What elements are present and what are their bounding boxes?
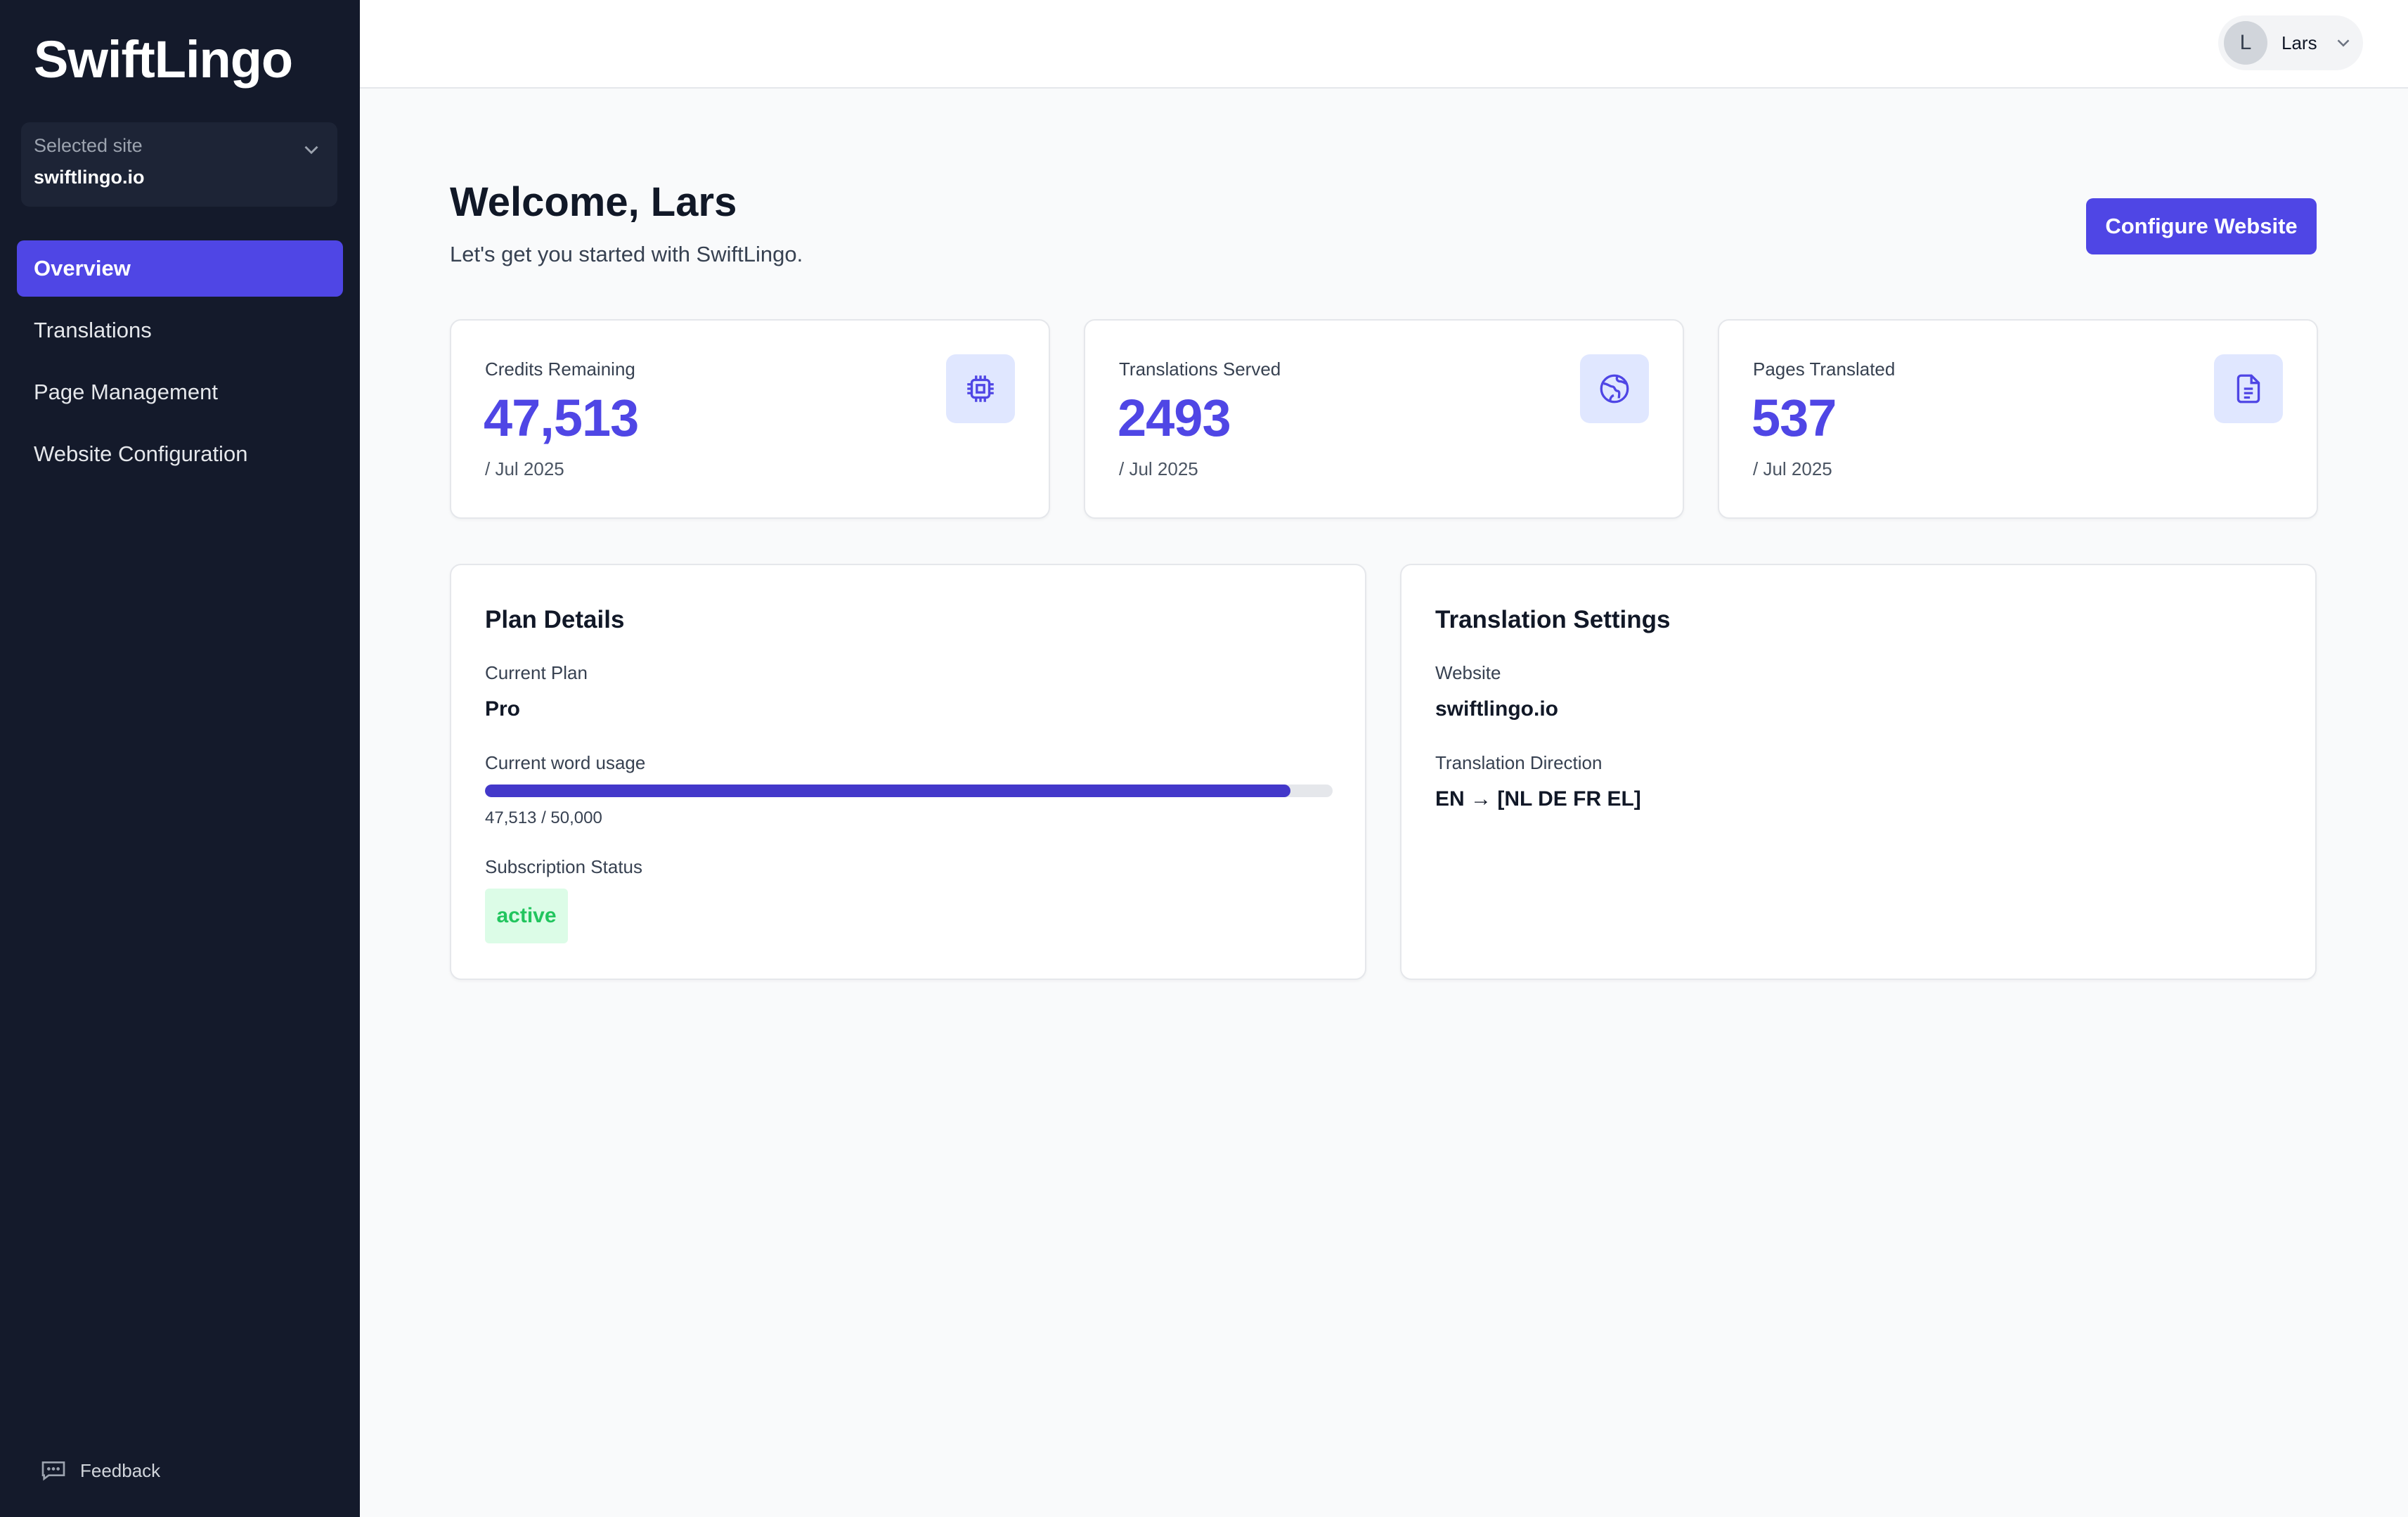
stat-period: / Jul 2025 (1753, 458, 1832, 479)
main-area: L Lars Welcome, Lars Let's get you start… (360, 0, 2408, 1517)
translation-settings-card: Translation Settings Website swiftlingo.… (1400, 564, 2317, 980)
feedback-button[interactable]: Feedback (39, 1457, 160, 1485)
sidebar-item-overview[interactable]: Overview (17, 240, 343, 297)
current-plan-label: Current Plan (485, 662, 588, 683)
stat-value: 47,513 (484, 389, 639, 447)
subscription-status-label: Subscription Status (485, 856, 643, 877)
avatar: L (2224, 21, 2267, 65)
stat-icon-wrap (946, 354, 1015, 423)
word-usage-progress-fill (485, 785, 1290, 797)
feedback-label: Feedback (80, 1459, 161, 1481)
plan-details-title: Plan Details (485, 606, 625, 633)
site-selector[interactable]: Selected site swiftlingo.io (21, 122, 337, 207)
stat-card-translations: Translations Served 2493 / Jul 2025 (1084, 319, 1684, 519)
chevron-down-icon (2337, 39, 2349, 47)
word-usage-progress (485, 785, 1333, 797)
site-selector-value: swiftlingo.io (34, 167, 145, 188)
plan-details-card: Plan Details Current Plan Pro Current wo… (450, 564, 1366, 980)
stat-card-pages: Pages Translated 537 / Jul 2025 (1718, 319, 2318, 519)
document-icon (2237, 374, 2260, 404)
site-selector-label: Selected site (34, 135, 143, 156)
word-usage-text: 47,513 / 50,000 (485, 808, 602, 827)
website-value: swiftlingo.io (1435, 697, 1558, 721)
status-badge: active (485, 889, 568, 943)
globe-icon (1600, 374, 1629, 404)
top-bar: L Lars (360, 0, 2408, 89)
sidebar-item-translations[interactable]: Translations (17, 302, 343, 359)
sidebar-item-website-configuration[interactable]: Website Configuration (17, 426, 343, 482)
website-label: Website (1435, 662, 1501, 683)
cpu-chip-icon (967, 375, 994, 402)
chat-icon (41, 1461, 65, 1481)
page-title: Welcome, Lars (450, 179, 737, 225)
configure-website-button[interactable]: Configure Website (2086, 198, 2317, 254)
stat-label: Credits Remaining (485, 359, 635, 380)
stat-value: 537 (1752, 389, 1837, 447)
stat-icon-wrap (2214, 354, 2283, 423)
stat-period: / Jul 2025 (485, 458, 564, 479)
sidebar-nav: Overview Translations Page Management We… (17, 240, 343, 488)
translation-settings-title: Translation Settings (1435, 606, 1671, 633)
stat-label: Pages Translated (1753, 359, 1896, 380)
translation-direction-value: EN → [NL DE FR EL] (1435, 787, 1641, 811)
user-name: Lars (2281, 32, 2317, 53)
word-usage-label: Current word usage (485, 752, 646, 773)
sidebar-item-page-management[interactable]: Page Management (17, 364, 343, 420)
page-subtitle: Let's get you started with SwiftLingo. (450, 242, 803, 266)
chevron-down-icon (304, 146, 318, 155)
app-root: SwiftLingo Selected site swiftlingo.io O… (0, 0, 2408, 1517)
stat-card-credits: Credits Remaining 47,513 / Jul 2025 (450, 319, 1050, 519)
brand-logo[interactable]: SwiftLingo (34, 30, 293, 89)
stat-period: / Jul 2025 (1119, 458, 1198, 479)
current-plan-value: Pro (485, 697, 521, 721)
translation-direction-label: Translation Direction (1435, 752, 1603, 773)
stat-value: 2493 (1118, 389, 1231, 447)
stat-label: Translations Served (1119, 359, 1281, 380)
sidebar: SwiftLingo Selected site swiftlingo.io O… (0, 0, 360, 1517)
user-menu[interactable]: L Lars (2218, 15, 2363, 70)
stat-icon-wrap (1580, 354, 1649, 423)
